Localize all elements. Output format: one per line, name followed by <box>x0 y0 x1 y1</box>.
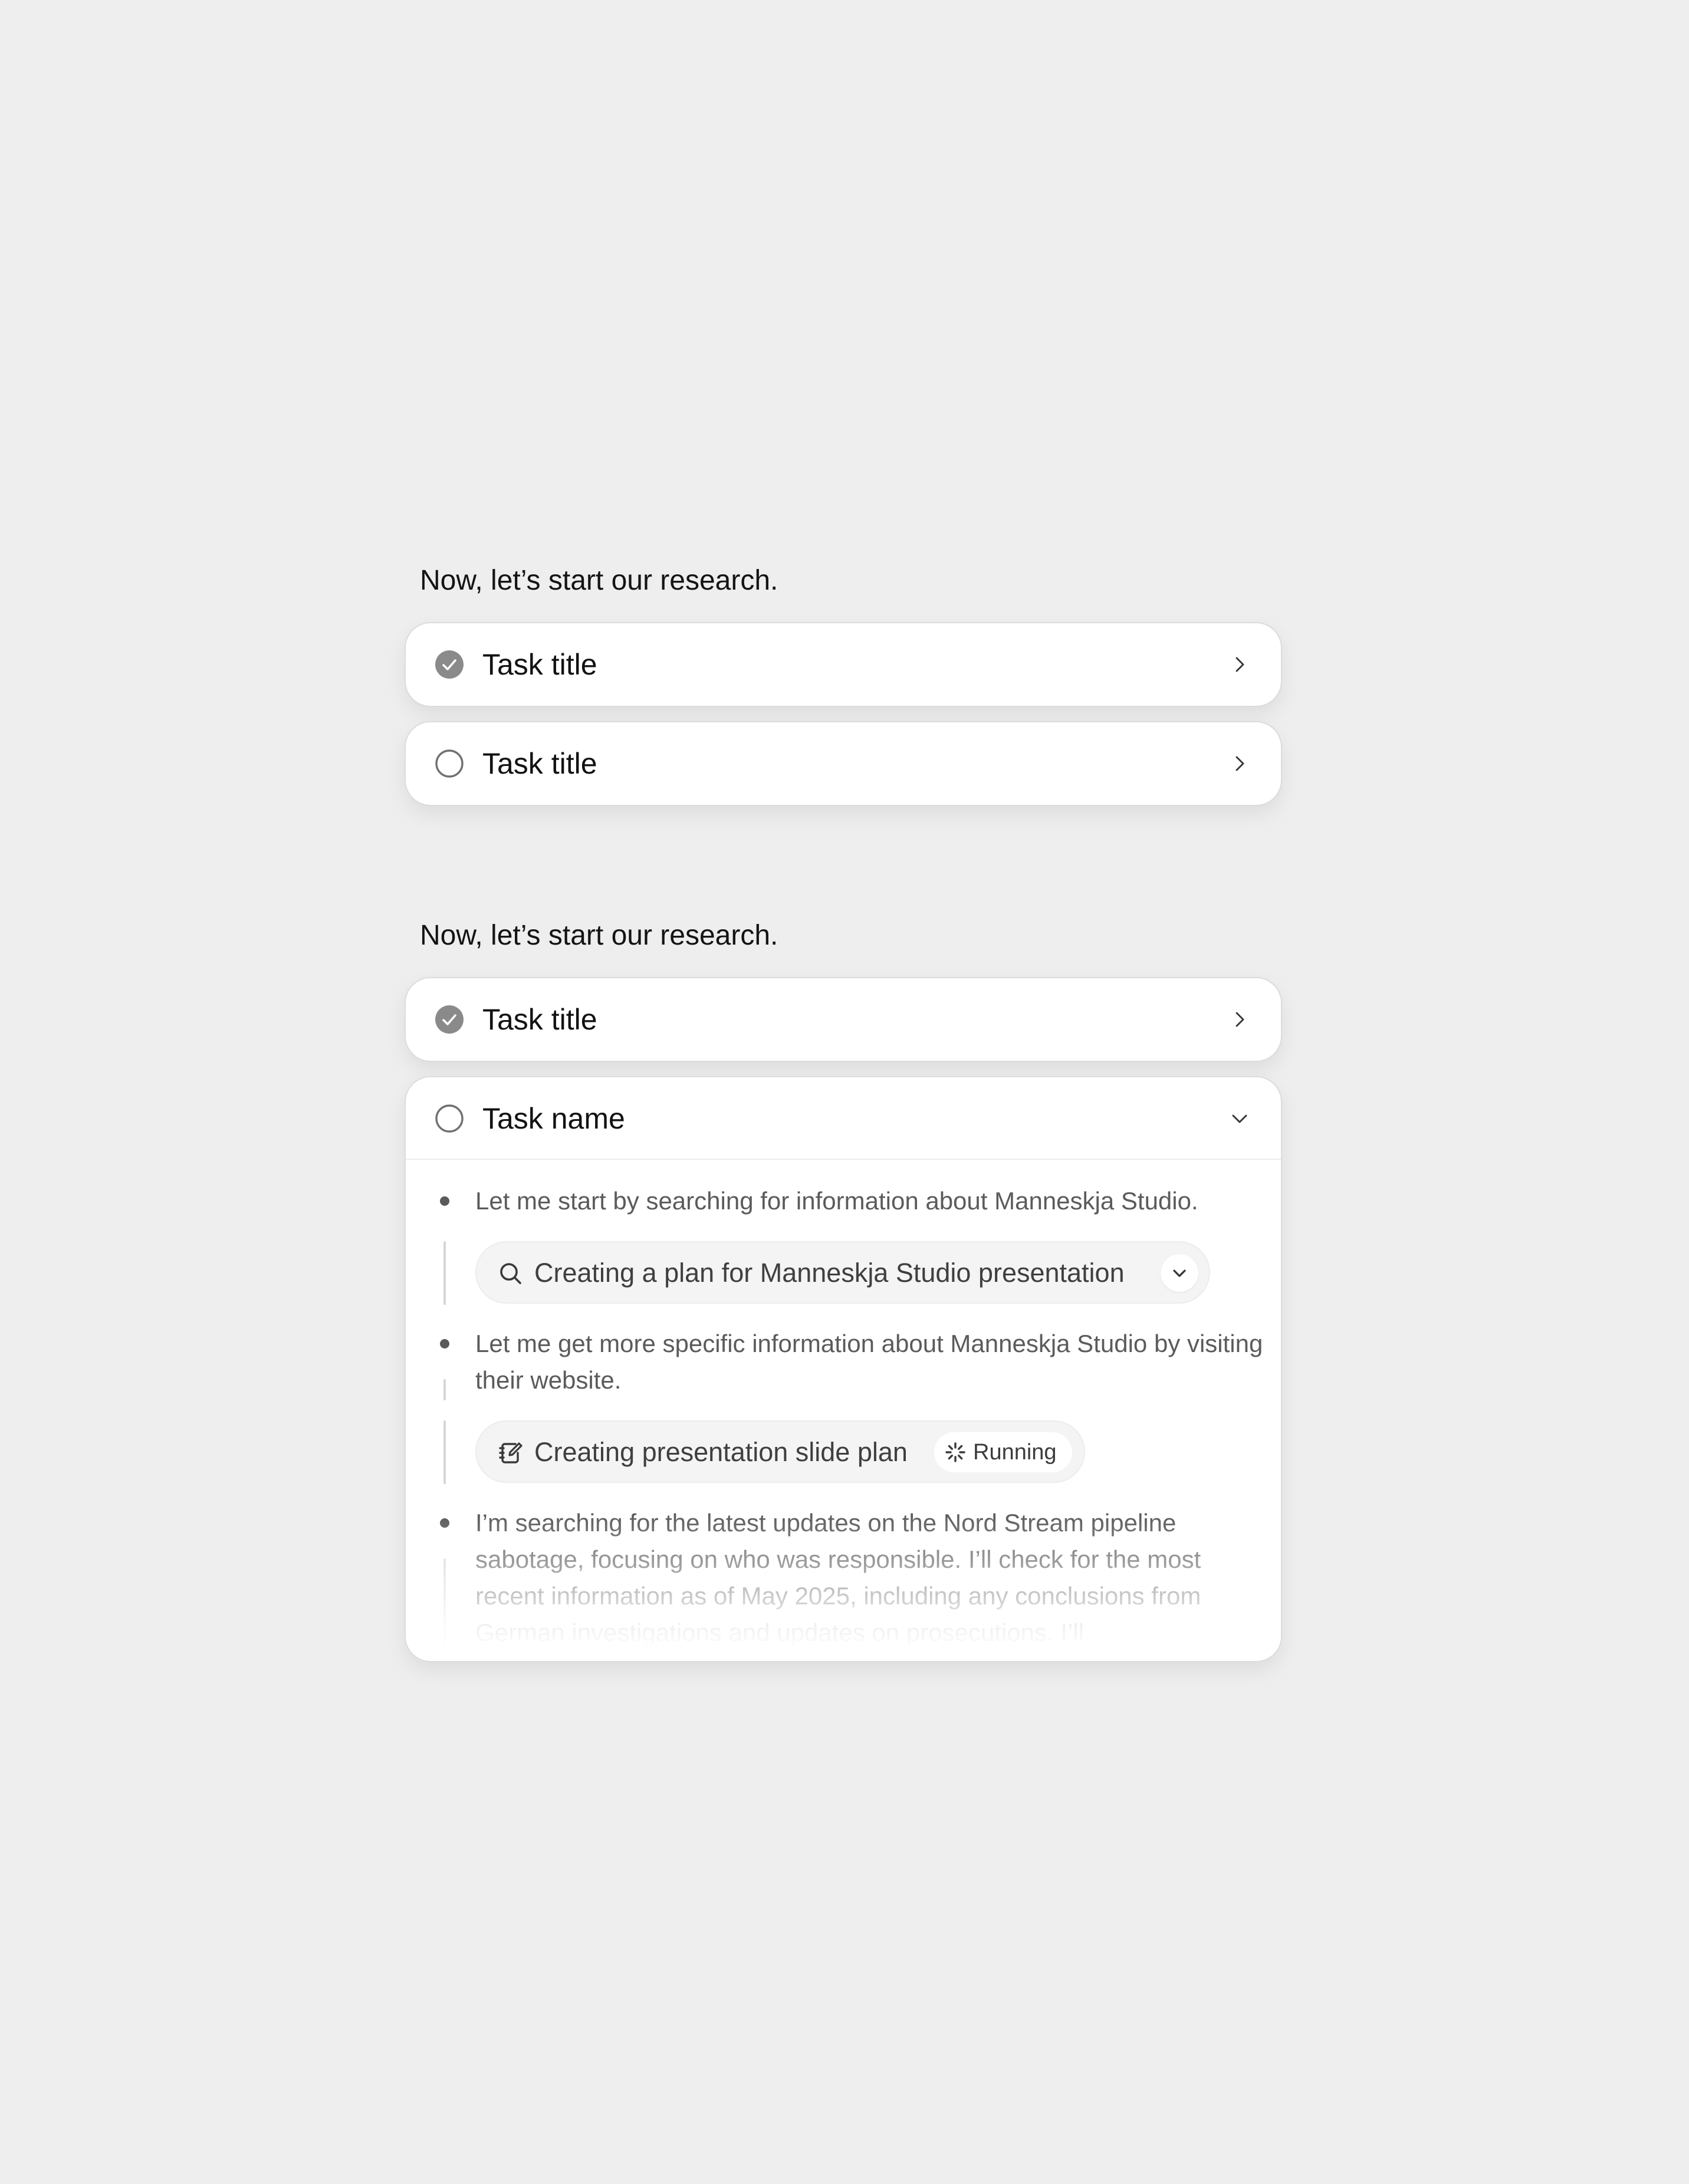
chevron-down-icon[interactable] <box>1228 1107 1251 1130</box>
step-bullet <box>440 1196 449 1206</box>
intro-text: Now, let’s start our research. <box>420 565 778 596</box>
task-title: Task title <box>482 1003 597 1036</box>
task-card[interactable]: Task title <box>405 622 1282 707</box>
check-circle-icon <box>435 650 464 679</box>
running-badge: Running <box>934 1432 1072 1472</box>
chevron-right-icon[interactable] <box>1228 1008 1251 1031</box>
step-connector <box>443 1379 446 1400</box>
task-card[interactable]: Task title <box>405 977 1282 1062</box>
tool-call-label: Creating presentation slide plan <box>534 1437 908 1467</box>
chevron-down-icon <box>1173 1269 1186 1277</box>
task-steps: Let me start by searching for informatio… <box>406 1160 1281 1650</box>
chevron-right-icon[interactable] <box>1228 752 1251 775</box>
step-connector <box>443 1241 446 1305</box>
expanded-task-header[interactable]: Task name <box>406 1077 1281 1160</box>
step-text: I’m searching for the latest updates on … <box>475 1509 1201 1646</box>
task-title: Task title <box>482 747 597 780</box>
step-connector <box>443 1558 446 1650</box>
tool-call-label: Creating a plan for Manneskja Studio pre… <box>534 1258 1125 1288</box>
chevron-right-icon[interactable] <box>1228 653 1251 676</box>
loading-spinner-icon <box>945 1442 965 1462</box>
tool-call-pill[interactable]: Creating presentation slide plan Running <box>475 1420 1085 1483</box>
tool-call-pill[interactable]: Creating a plan for Manneskja Studio pre… <box>475 1241 1210 1304</box>
intro-text: Now, let’s start our research. <box>420 920 778 951</box>
task-title: Task title <box>482 648 597 681</box>
step-bullet <box>440 1518 449 1528</box>
task-name: Task name <box>482 1102 625 1135</box>
step-connector <box>443 1420 446 1484</box>
empty-circle-icon <box>435 1104 464 1133</box>
task-card[interactable]: Task title <box>405 721 1282 806</box>
step-text: Let me get more specific information abo… <box>475 1330 1263 1394</box>
edit-note-icon <box>499 1442 523 1463</box>
empty-circle-icon <box>435 749 464 778</box>
status-label: Running <box>973 1440 1057 1465</box>
step-bullet <box>440 1339 449 1348</box>
search-icon <box>500 1263 521 1284</box>
step-text: Let me start by searching for informatio… <box>475 1187 1198 1215</box>
expand-toggle[interactable] <box>1161 1254 1198 1292</box>
check-circle-icon <box>435 1005 464 1034</box>
expanded-task-card: Task name Let me start by searching for … <box>405 1076 1282 1662</box>
